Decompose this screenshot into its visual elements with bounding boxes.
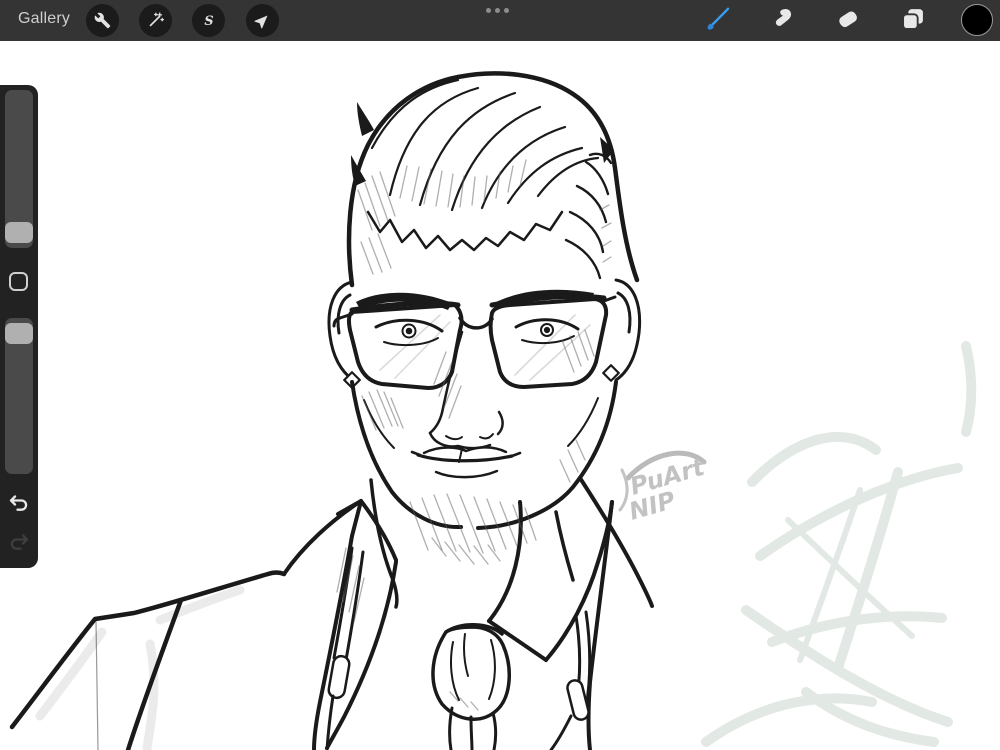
adjustments-button[interactable]	[139, 4, 172, 37]
ellipsis-icon	[495, 8, 500, 13]
redo-icon	[7, 534, 31, 559]
portrait-drawing: PuArt NIP	[9, 71, 709, 750]
window-drag-handle[interactable]	[486, 8, 509, 13]
magic-wand-icon	[147, 12, 164, 29]
smudge-icon	[769, 5, 797, 38]
top-toolbar: Gallery S	[0, 0, 1000, 41]
paint-tool-button[interactable]	[699, 2, 737, 40]
wrench-icon	[94, 12, 111, 29]
layers-icon	[899, 5, 927, 38]
transform-button[interactable]	[246, 4, 279, 37]
actions-button[interactable]	[86, 4, 119, 37]
undo-button[interactable]	[7, 492, 31, 516]
layers-button[interactable]	[894, 2, 932, 40]
svg-text:S: S	[204, 14, 213, 29]
s-ribbon-icon: S	[200, 12, 218, 30]
cords	[325, 546, 592, 750]
smudge-tool-button[interactable]	[764, 2, 802, 40]
lips	[410, 446, 522, 479]
hairline	[366, 210, 564, 252]
signature: PuArt NIP	[618, 450, 709, 526]
eraser-icon	[834, 5, 862, 38]
procreate-window: Gallery S PuArt NIP	[0, 0, 1000, 750]
drawing-canvas[interactable]: PuArt NIP	[0, 41, 1000, 750]
redo-button[interactable]	[7, 531, 31, 555]
canvas-artwork: PuArt NIP	[9, 71, 977, 750]
gallery-button[interactable]: Gallery	[18, 10, 70, 28]
side-pattern	[564, 152, 613, 280]
opacity-handle[interactable]	[5, 323, 33, 344]
brush-sidebar	[0, 85, 38, 568]
ellipsis-icon	[486, 8, 491, 13]
ellipsis-icon	[504, 8, 509, 13]
faint-sketch	[701, 341, 977, 747]
undo-icon	[7, 495, 31, 520]
erase-tool-button[interactable]	[829, 2, 867, 40]
tie	[431, 623, 511, 750]
selection-button[interactable]: S	[192, 4, 225, 37]
brush-size-handle[interactable]	[5, 222, 33, 243]
modify-button[interactable]	[9, 272, 28, 291]
color-button[interactable]	[961, 4, 993, 36]
brush-icon	[703, 4, 733, 39]
arrow-icon	[254, 12, 271, 29]
